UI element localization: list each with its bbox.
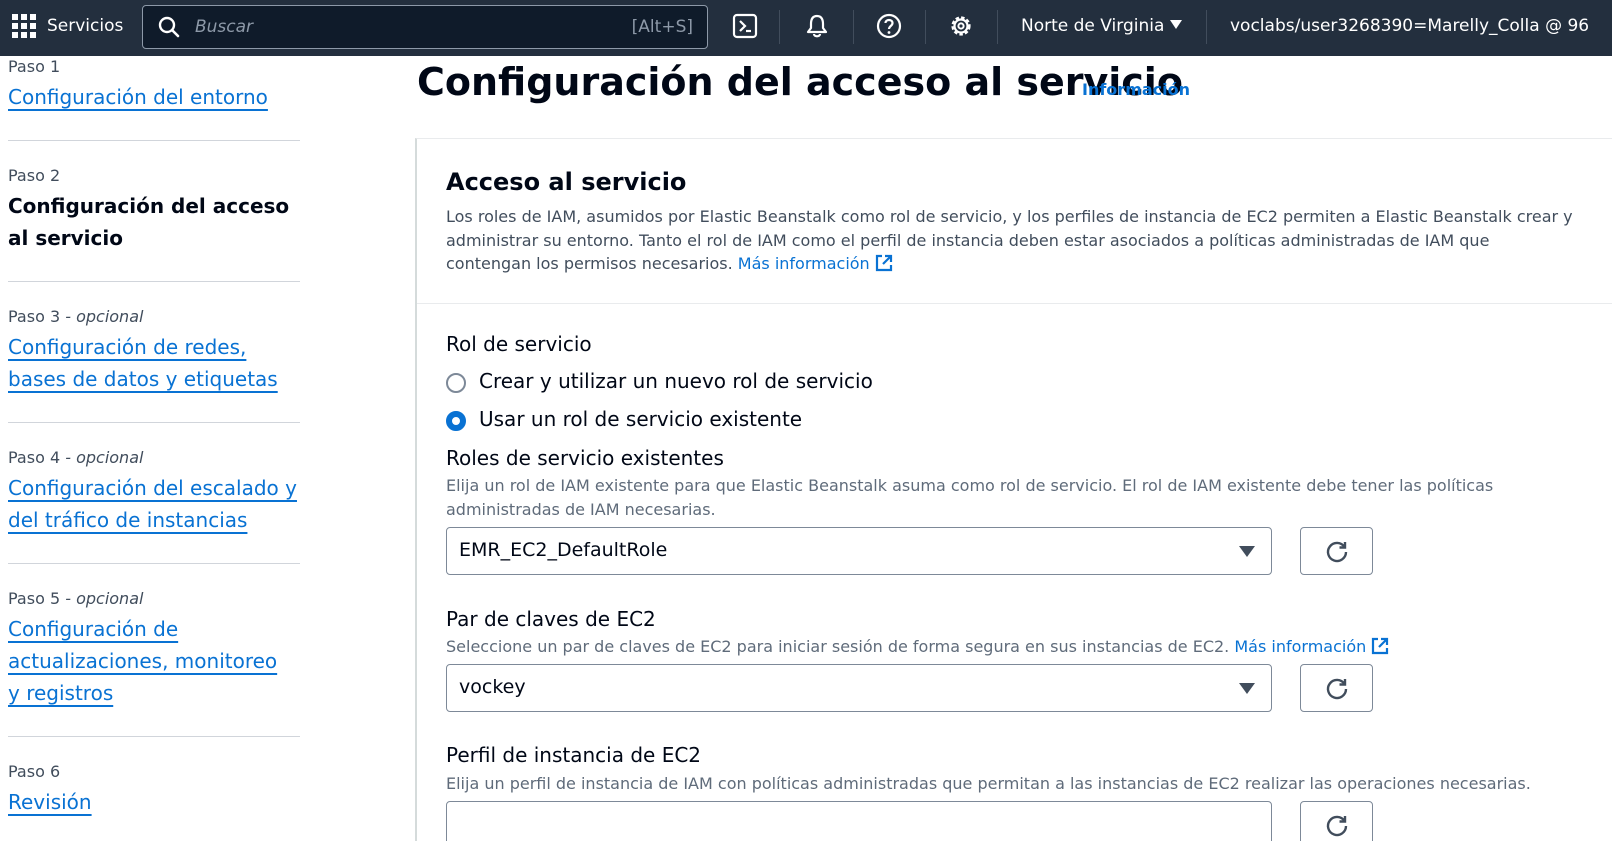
- radio-button-checked[interactable]: [446, 411, 466, 431]
- account-menu[interactable]: voclabs/user3268390=Marelly_Colla @ 96: [1230, 16, 1589, 36]
- step-4: Paso 4 - opcional Configuración del esca…: [8, 448, 300, 536]
- instance-profile-description: Elija un perfil de instancia de IAM con …: [446, 774, 1531, 793]
- nav-divider: [997, 10, 998, 44]
- external-link-icon: [1372, 637, 1389, 655]
- key-pair-select[interactable]: vockey: [446, 664, 1272, 712]
- radio-label: Usar un rol de servicio existente: [479, 407, 803, 431]
- step-2: Paso 2 Configuración del acceso al servi…: [8, 166, 300, 254]
- step-label: Paso 1: [8, 57, 61, 76]
- caret-down-icon: [1239, 546, 1255, 557]
- step-1: Paso 1 Configuración del entorno: [8, 57, 268, 113]
- step-label: Paso 3 - opcional: [8, 307, 144, 326]
- caret-down-icon: [1170, 20, 1183, 29]
- services-menu-button[interactable]: Servicios: [47, 16, 123, 36]
- page-title: Configuración del acceso al servicio: [417, 60, 1183, 104]
- services-grid-icon[interactable]: [12, 14, 36, 38]
- external-link-icon: [875, 254, 892, 272]
- step-divider: [8, 281, 300, 282]
- select-value: vockey: [459, 676, 526, 698]
- existing-role-select[interactable]: EMR_EC2_DefaultRole: [446, 527, 1272, 575]
- step-3-link[interactable]: Configuración de redes, bases de datos y…: [8, 335, 278, 391]
- step-1-link[interactable]: Configuración del entorno: [8, 85, 268, 109]
- settings-gear-icon[interactable]: [947, 12, 975, 40]
- step-3: Paso 3 - opcional Configuración de redes…: [8, 307, 300, 395]
- refresh-icon: [1326, 678, 1348, 700]
- step-5-link[interactable]: Configuración de actualizaciones, monito…: [8, 617, 277, 705]
- radio-button[interactable]: [446, 373, 466, 393]
- more-info-link[interactable]: Más información: [738, 254, 894, 273]
- radio-label: Crear y utilizar un nuevo rol de servici…: [479, 369, 873, 393]
- step-label: Paso 6: [8, 762, 61, 781]
- step-divider: [8, 563, 300, 564]
- help-icon[interactable]: [875, 12, 903, 40]
- refresh-instance-profiles-button[interactable]: [1300, 801, 1373, 841]
- search-icon: [158, 16, 180, 38]
- service-role-label: Rol de servicio: [446, 332, 592, 356]
- nav-divider: [779, 10, 780, 44]
- search-input[interactable]: Buscar [Alt+S]: [142, 5, 708, 49]
- step-divider: [8, 140, 300, 141]
- region-label: Norte de Virginia: [1021, 16, 1165, 36]
- top-navigation: Servicios Buscar [Alt+S] Norte de Virgin…: [0, 0, 1612, 56]
- step-2-current-title: Configuración del acceso al servicio: [8, 194, 290, 250]
- step-6: Paso 6 Revisión: [8, 762, 300, 818]
- notifications-bell-icon[interactable]: [803, 12, 831, 40]
- step-divider: [8, 736, 300, 737]
- refresh-icon: [1326, 815, 1348, 837]
- existing-roles-label: Roles de servicio existentes: [446, 446, 724, 470]
- region-selector[interactable]: Norte de Virginia: [1021, 16, 1183, 36]
- step-5: Paso 5 - opcional Configuración de actua…: [8, 589, 300, 709]
- existing-roles-description: Elija un rol de IAM existente para que E…: [446, 476, 1494, 519]
- step-6-link[interactable]: Revisión: [8, 790, 92, 814]
- refresh-icon: [1326, 541, 1348, 563]
- step-label: Paso 5 - opcional: [8, 589, 144, 608]
- key-pair-description: Seleccione un par de claves de EC2 para …: [446, 635, 1390, 659]
- panel-header: Acceso al servicio Los roles de IAM, asu…: [417, 139, 1612, 304]
- search-shortcut-hint: [Alt+S]: [631, 17, 693, 37]
- service-access-panel: Acceso al servicio Los roles de IAM, asu…: [415, 138, 1612, 841]
- key-pair-more-info-link[interactable]: Más información: [1234, 637, 1390, 656]
- step-label: Paso 4 - opcional: [8, 448, 144, 467]
- step-4-link[interactable]: Configuración del escalado y del tráfico…: [8, 476, 297, 532]
- panel-title: Acceso al servicio: [446, 168, 687, 196]
- nav-divider: [853, 10, 854, 44]
- step-divider: [8, 422, 300, 423]
- instance-profile-select[interactable]: [446, 801, 1272, 841]
- panel-description: Los roles de IAM, asumidos por Elastic B…: [446, 207, 1573, 273]
- search-placeholder: Buscar: [195, 17, 254, 37]
- caret-down-icon: [1239, 683, 1255, 694]
- nav-divider: [925, 10, 926, 44]
- cloudshell-icon[interactable]: [731, 12, 759, 40]
- info-link[interactable]: Información: [1082, 80, 1190, 99]
- refresh-roles-button[interactable]: [1300, 527, 1373, 575]
- nav-divider: [1206, 10, 1207, 44]
- step-label: Paso 2: [8, 166, 61, 185]
- instance-profile-label: Perfil de instancia de EC2: [446, 743, 702, 767]
- select-value: EMR_EC2_DefaultRole: [459, 539, 668, 561]
- key-pair-label: Par de claves de EC2: [446, 607, 656, 631]
- refresh-key-pairs-button[interactable]: [1300, 664, 1373, 712]
